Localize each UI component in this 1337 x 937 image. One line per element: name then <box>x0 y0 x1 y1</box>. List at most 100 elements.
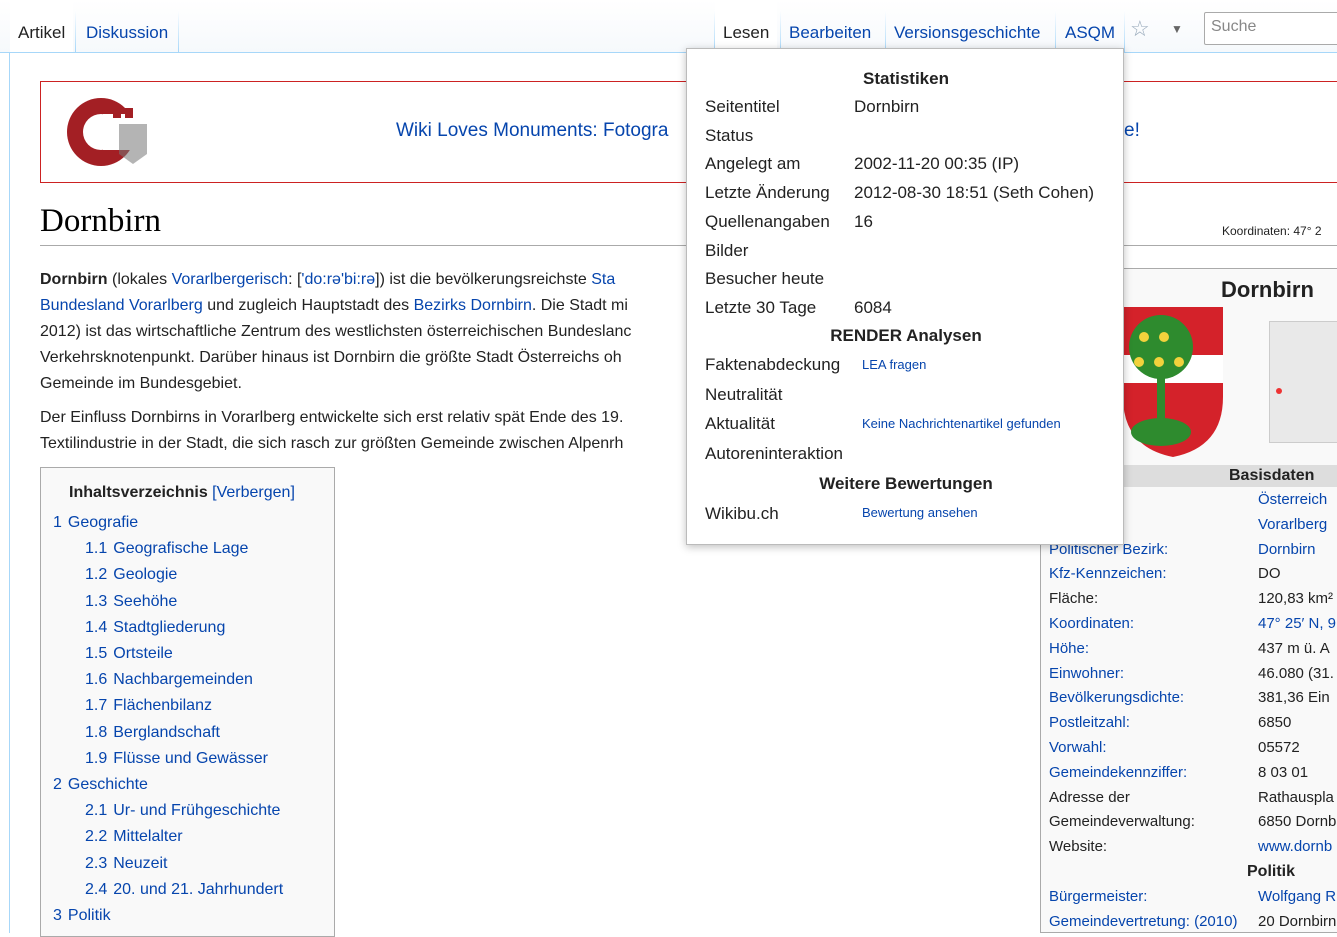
toc-item-label: Mittelalter <box>113 828 183 846</box>
article-link[interactable]: Bezirks Dornbirn <box>414 297 532 314</box>
toc-item[interactable]: 1.5 Ortsteile <box>85 645 173 663</box>
toc-item[interactable]: 3 Politik <box>53 907 111 925</box>
infobox-row-label: Gemeindeverwaltung: <box>1049 813 1195 831</box>
toc-item-number: 1.9 <box>85 749 108 767</box>
banner-text-tail: e! <box>1124 120 1140 141</box>
tab-separator <box>1124 10 1125 52</box>
toc-toggle-link[interactable]: [Verbergen] <box>212 484 295 501</box>
infobox-row-label[interactable]: Kfz-Kennzeichen: <box>1049 565 1167 582</box>
toc-item-number: 1.5 <box>85 645 108 662</box>
coordinates[interactable]: Koordinaten: 47° 2 <box>1222 224 1322 238</box>
toc-item-label: Flächenbilanz <box>113 697 212 715</box>
popup-render-link[interactable]: LEA fragen <box>862 357 926 372</box>
popup-heading-render: RENDER Analysen <box>830 326 982 345</box>
infobox-row-value: DO <box>1258 565 1281 583</box>
intro-paragraph-line: Verkehrsknotenpunkt. Darüber hinaus ist … <box>40 349 622 366</box>
toc-item-number: 3 <box>53 907 62 924</box>
toc-item[interactable]: 1.9 Flüsse und Gewässer <box>85 750 268 768</box>
toc-item[interactable]: 1.2 Geologie <box>85 566 177 584</box>
popup-heading-further: Weitere Bewertungen <box>819 474 993 493</box>
toc-item[interactable]: 1 Geografie <box>53 514 138 532</box>
tab-article-label: Artikel <box>18 23 66 42</box>
infobox-row-value: Rathauspla <box>1258 788 1334 806</box>
toc-item[interactable]: 2.1 Ur- und Frühgeschichte <box>85 802 280 820</box>
infobox-row-value[interactable]: www.dornb <box>1258 838 1332 855</box>
infobox-row-value[interactable]: Österreich <box>1258 491 1327 508</box>
popup-render-link[interactable]: Keine Nachrichtenartikel gefunden <box>862 416 1061 431</box>
tab-underline <box>0 52 1337 53</box>
article-link[interactable]: Sta <box>591 271 615 288</box>
infobox-row-label[interactable]: Vorwahl: <box>1049 739 1107 756</box>
popup-further-link[interactable]: Bewertung ansehen <box>862 505 978 520</box>
infobox-row-value: 8 03 01 <box>1258 763 1309 781</box>
article-link[interactable]: Bundesland Vorarlberg <box>40 297 203 314</box>
chevron-down-icon[interactable]: ▼ <box>1171 22 1183 36</box>
toc-item-number: 1.7 <box>85 697 108 715</box>
location-marker <box>1276 388 1282 394</box>
asqm-statistics-popup: Statistiken Seitentitel Dornbirn Status Ang… <box>686 48 1124 545</box>
table-of-contents: Inhaltsverzeichnis [Verbergen] 1 Geografi… <box>40 467 335 937</box>
infobox-row-label[interactable]: Höhe: <box>1049 640 1089 657</box>
banner-text: Wiki Loves Monuments: Fotogra <box>396 120 669 141</box>
toc-item[interactable]: 1.3 Seehöhe <box>85 593 177 611</box>
toc-item[interactable]: 2 Geschichte <box>53 776 148 794</box>
infobox-row-value[interactable]: Vorarlberg <box>1258 516 1327 533</box>
banner-link[interactable]: Wiki Loves Monuments: Fotogra <box>396 120 668 142</box>
popup-stat-label: Angelegt am <box>705 154 801 174</box>
infobox-row-value[interactable]: 47° 25′ N, 9 <box>1258 615 1336 632</box>
intro-paragraph-line: Gemeinde im Bundesgebiet. <box>40 375 242 392</box>
toc-item-label: Ur- und Frühgeschichte <box>113 802 281 820</box>
toc-item[interactable]: 2.2 Mittelalter <box>85 828 183 846</box>
tab-asqm[interactable]: ASQM <box>1057 0 1123 52</box>
infobox-section-basisdaten: Basisdaten <box>1229 467 1315 484</box>
intro-paragraph-line: Dornbirn (lokales Vorarlbergerisch: ['do… <box>40 271 616 288</box>
toc-item-label: Politik <box>67 907 111 924</box>
toc-title-text: Inhaltsverzeichnis <box>69 484 208 501</box>
popup-stat-label: Letzte 30 Tage <box>705 297 817 317</box>
toc-item-number: 1.4 <box>85 618 108 636</box>
infobox-row-label[interactable]: Postleitzahl: <box>1049 714 1130 731</box>
tab-discussion[interactable]: Diskussion <box>78 0 176 52</box>
infobox-row-label[interactable]: Einwohner: <box>1049 665 1124 682</box>
infobox-section-politik: Politik <box>1247 863 1296 880</box>
location-map-image[interactable] <box>1269 321 1337 443</box>
infobox-row-value: 6850 <box>1258 714 1292 732</box>
intro-paragraph-line: 2012) ist das wirtschaftliche Zentrum de… <box>40 323 632 340</box>
coat-of-arms-image <box>1123 307 1223 457</box>
toc-item[interactable]: 1.4 Stadtgliederung <box>85 619 225 637</box>
intro-paragraph-line: Bundesland Vorarlberg und zugleich Haupt… <box>40 297 628 314</box>
toc-item[interactable]: 1.7 Flächenbilanz <box>85 697 212 715</box>
toc-item[interactable]: 1.1 Geografische Lage <box>85 540 248 558</box>
toc-item[interactable]: 2.4 20. und 21. Jahrhundert <box>85 881 283 899</box>
tab-article[interactable]: Artikel <box>10 0 74 52</box>
history-paragraph-line: Der Einfluss Dornbirns in Vorarlberg ent… <box>40 409 624 426</box>
toc-item-number: 1.3 <box>85 592 108 610</box>
tab-edit[interactable]: Bearbeiten <box>781 0 879 52</box>
infobox-row-label[interactable]: Gemeindevertretung: (2010) <box>1049 913 1237 930</box>
history-paragraph-line: Textilindustrie in der Stadt, die sich r… <box>40 435 624 452</box>
coordinates-text: Koordinaten: 47° 2 <box>1222 224 1322 238</box>
tab-history[interactable]: Versionsgeschichte <box>886 0 1048 52</box>
popup-stat-label: Seitentitel <box>705 97 780 116</box>
toc-item[interactable]: 2.3 Neuzeit <box>85 855 168 873</box>
infobox-row-label[interactable]: Bürgermeister: <box>1049 888 1147 905</box>
infobox-row-label[interactable]: Bevölkerungsdichte: <box>1049 689 1184 706</box>
infobox-row-value[interactable]: Dornbirn <box>1258 541 1316 558</box>
infobox-row-label[interactable]: Gemeindekennziffer: <box>1049 764 1187 781</box>
toc-item-label: Seehöhe <box>113 592 178 610</box>
popup-stat-value: 2012-08-30 18:51 (Seth Cohen) <box>854 183 1095 203</box>
infobox-row-label[interactable]: Koordinaten: <box>1049 615 1134 632</box>
banner-link-tail[interactable]: e! <box>1124 120 1140 142</box>
toc-item[interactable]: 1.6 Nachbargemeinden <box>85 671 253 689</box>
popup-stat-label: Quellenangaben <box>705 211 830 231</box>
content-border <box>9 53 10 933</box>
toc-item-label: Geschichte <box>67 776 148 793</box>
toc-item[interactable]: 1.8 Berglandschaft <box>85 724 220 742</box>
article-link[interactable]: 'do:rə'bi:rə <box>301 271 375 288</box>
star-icon[interactable]: ☆ <box>1130 16 1150 42</box>
search-input[interactable]: Suche <box>1204 12 1337 45</box>
tab-read[interactable]: Lesen <box>715 0 778 52</box>
infobox-row-label: Fläche: <box>1049 590 1099 608</box>
article-link[interactable]: Vorarlbergerisch <box>172 271 289 288</box>
infobox-row-value[interactable]: Wolfgang R <box>1258 888 1336 905</box>
